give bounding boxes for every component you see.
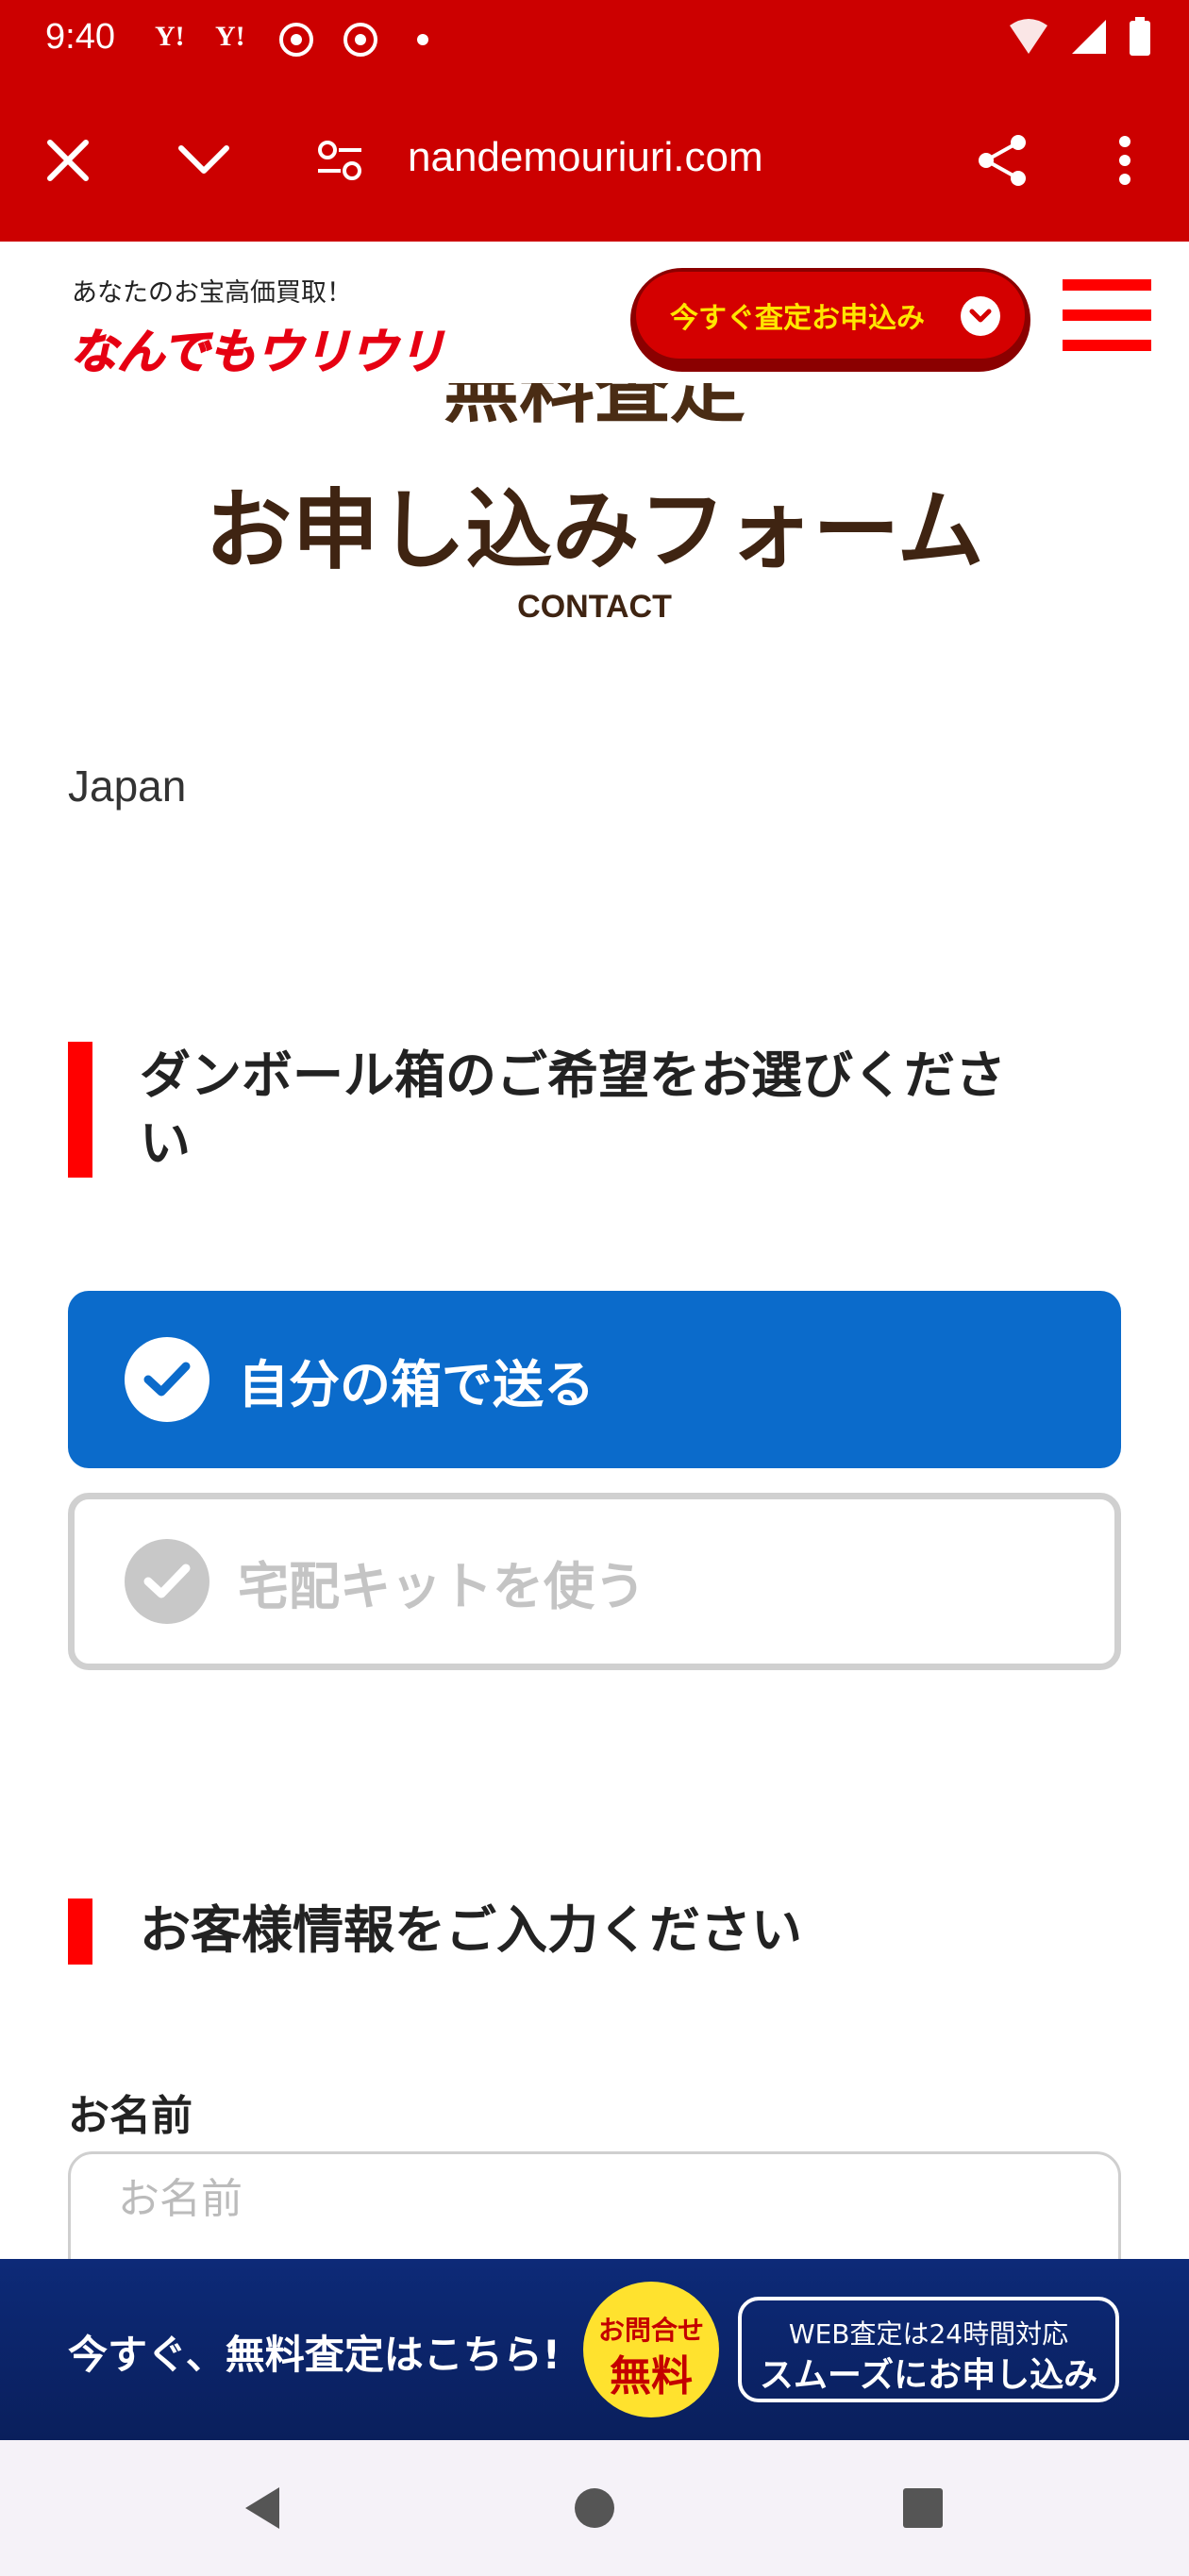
status-time: 9:40 [45, 17, 115, 57]
wifi-icon [1010, 19, 1047, 54]
status-bar: 9:40 Y! Y! [0, 0, 1189, 79]
check-circle-icon [125, 1337, 209, 1422]
option-own-box-label: 自分の箱で送る [238, 1354, 594, 1414]
apply-now-button[interactable]: 今すぐ査定お申込み [630, 268, 1030, 372]
browser-toolbar: nandemouriuri.com [0, 79, 1189, 242]
tagline: あなたのお宝高価買取！ [72, 278, 352, 308]
tune-icon[interactable] [308, 128, 372, 192]
site-logo[interactable]: なんでもウリウリ [70, 315, 466, 383]
yahoo-icon: Y! [155, 21, 185, 52]
option-own-box[interactable]: 自分の箱で送る [68, 1291, 1121, 1468]
home-icon[interactable] [564, 2478, 625, 2538]
cta-text: 今すぐ、無料査定はこちら! [68, 2332, 561, 2378]
customer-section-title: お客様情報をご入力ください [140, 1900, 802, 1960]
option-delivery-kit[interactable]: 宅配キットを使う [68, 1493, 1121, 1670]
recents-icon[interactable] [893, 2478, 953, 2538]
site-header: あなたのお宝高価買取！ なんでもウリウリ 今すぐ査定お申込み [0, 242, 1189, 383]
signal-icon [1072, 20, 1106, 54]
chevron-down-icon [961, 296, 1000, 336]
form-heading-sub: CONTACT [517, 589, 672, 625]
chrome-icon [343, 23, 377, 57]
option-delivery-kit-label: 宅配キットを使う [238, 1556, 645, 1616]
status-indicators [1008, 17, 1151, 57]
form-heading-main: お申し込みフォーム [205, 480, 984, 581]
dot-icon [417, 34, 428, 45]
more-vert-icon[interactable] [1093, 128, 1157, 192]
logo-text: なんでもウリウリ [70, 325, 445, 379]
apply-now-label: 今すぐ査定お申込み [670, 302, 925, 335]
badge-bottom-text: 無料 [610, 2352, 693, 2400]
box-section-title-line1: ダンボール箱のご希望をお選びくださ [140, 1045, 1006, 1105]
web-apply-button[interactable]: WEB査定は24時間対応 スムーズにお申し込み [738, 2297, 1119, 2402]
section-accent-bar [68, 1042, 92, 1178]
yahoo-icon: Y! [215, 21, 245, 52]
cta-banner: 今すぐ、無料査定はこちら! お問合せ 無料 WEB査定は24時間対応 スムーズに… [0, 2259, 1189, 2440]
check-circle-icon [125, 1539, 209, 1624]
web-apply-subtext: WEB査定は24時間対応 [788, 2318, 1069, 2350]
system-nav-bar [0, 2440, 1189, 2576]
chrome-icon [279, 23, 313, 57]
hamburger-line [1063, 279, 1151, 291]
apply-now-button-inner: 今すぐ査定お申込み [636, 272, 1025, 359]
share-icon[interactable] [970, 128, 1034, 192]
chevron-down-icon[interactable] [172, 128, 236, 192]
hamburger-line [1063, 309, 1151, 321]
battery-icon [1130, 17, 1150, 56]
back-icon[interactable] [232, 2478, 293, 2538]
url-bar[interactable]: nandemouriuri.com [408, 134, 763, 181]
hamburger-icon[interactable] [1063, 279, 1151, 351]
section-accent-bar [68, 1899, 92, 1965]
name-field-label: お名前 [68, 2092, 193, 2140]
contact-free-badge[interactable]: お問合せ 無料 [583, 2282, 719, 2417]
web-apply-label: スムーズにお申し込み [759, 2356, 1098, 2395]
close-icon[interactable] [36, 128, 100, 192]
location-text: Japan [68, 761, 187, 811]
box-section-title-line2: い [140, 1113, 191, 1173]
hamburger-line [1063, 340, 1151, 351]
